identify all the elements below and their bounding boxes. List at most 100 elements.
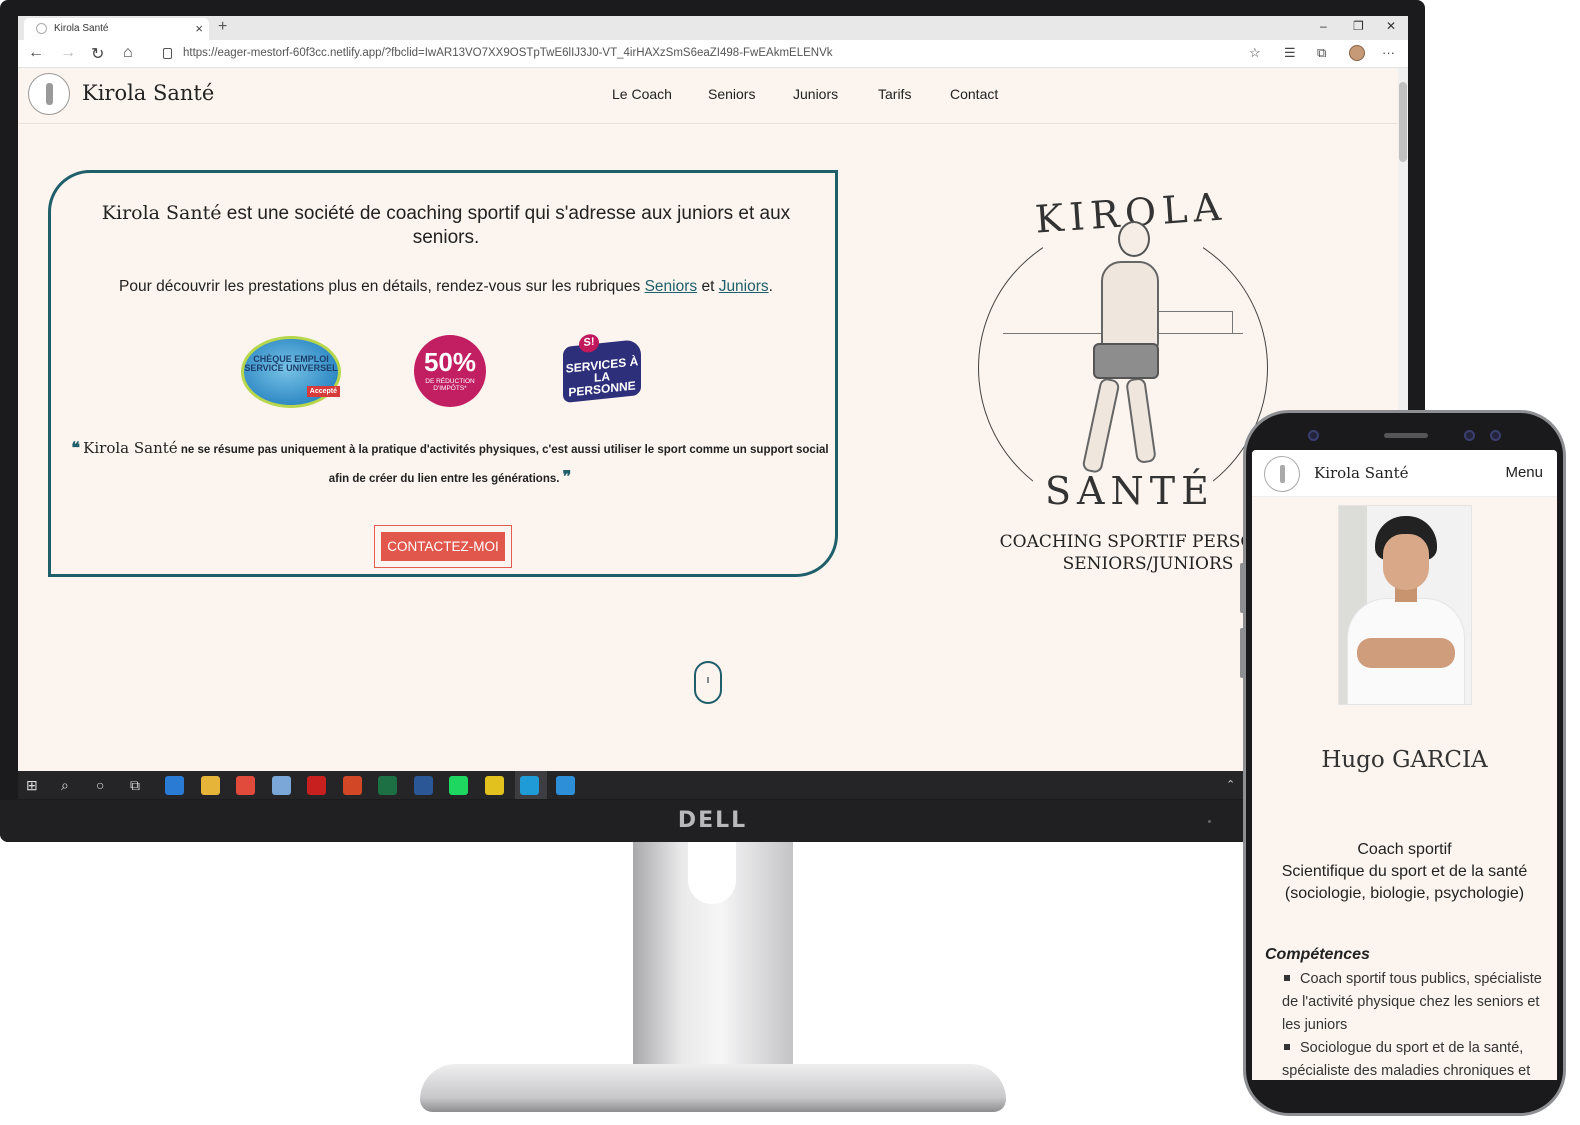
intro-text: Pour découvrir les prestations plus en d… — [119, 278, 645, 295]
front-camera-icon — [1308, 430, 1319, 441]
cesu-text: CHÈQUE EMPLOI SERVICE UNIVERSEL — [244, 354, 338, 373]
taskbar-excel-icon[interactable] — [378, 776, 397, 795]
mobile-menu-button[interactable]: Menu — [1505, 464, 1543, 481]
taskbar-spotify-icon[interactable] — [449, 776, 468, 795]
role-line-3: (sociologie, biologie, psychologie) — [1284, 885, 1525, 902]
sensor-icon — [1464, 430, 1475, 441]
home-icon[interactable]: ⌂ — [123, 44, 133, 62]
device-mockup: Kirola Santé × + – ❐ ✕ ← → ↻ ⌂ https://e… — [0, 0, 1580, 1125]
role-line-1: Coach sportif — [1357, 841, 1452, 858]
more-menu-icon[interactable]: ··· — [1382, 45, 1395, 60]
intro-end: . — [768, 278, 773, 295]
taskbar-word-icon[interactable] — [413, 776, 433, 795]
competence-text: Sociologue du sport et de la santé, spéc… — [1282, 1040, 1531, 1079]
mobile-logo-icon[interactable] — [1264, 456, 1300, 492]
bullet-icon — [1284, 1044, 1290, 1050]
web-page: Kirola Santé Le Coach Seniors Juniors Ta… — [18, 68, 1408, 771]
runner-shorts — [1093, 343, 1159, 379]
browser-tab[interactable]: Kirola Santé × — [24, 18, 209, 40]
contact-button[interactable]: CONTACTEZ-MOI — [381, 532, 505, 561]
back-icon[interactable]: ← — [28, 44, 44, 62]
mobile-brand[interactable]: Kirola Santé — [1314, 464, 1409, 482]
taskbar-mail-icon[interactable] — [165, 776, 184, 795]
competence-text: Coach sportif tous publics, spécialiste … — [1282, 971, 1542, 1033]
logo-skyline — [1153, 311, 1233, 333]
new-tab-button[interactable]: + — [218, 18, 227, 36]
services-personne-badge: S! SERVICES À LA PERSONNE — [563, 333, 641, 404]
favorite-star-icon[interactable]: ☆ — [1249, 45, 1261, 61]
photo-face — [1383, 534, 1429, 590]
monitor-screen: Kirola Santé × + – ❐ ✕ ← → ↻ ⌂ https://e… — [18, 16, 1408, 799]
tax-percent: 50% — [423, 347, 477, 377]
intro-headline: Kirola Santé est une société de coaching… — [81, 201, 811, 250]
list-item: Sociologue du sport et de la santé, spéc… — [1282, 1037, 1548, 1080]
kirola-logo: KIROLA SANTÉ — [973, 183, 1273, 525]
phone-top-bezel — [1246, 413, 1563, 453]
competences-list: Coach sportif tous publics, spécialiste … — [1282, 968, 1548, 1080]
sap-mark: S! — [579, 333, 599, 354]
site-brand[interactable]: Kirola Santé — [82, 81, 214, 105]
quote-brand: Kirola Santé — [83, 439, 178, 457]
tab-close-icon[interactable]: × — [195, 21, 203, 36]
close-window-button[interactable]: ✕ — [1386, 19, 1396, 33]
taskbar-explorer-icon[interactable] — [200, 776, 220, 795]
taskbar-app-icon[interactable] — [484, 776, 504, 795]
quote-text: ne se résume pas uniquement à la pratiqu… — [177, 444, 829, 485]
collections-icon[interactable]: ⧉ — [1317, 45, 1326, 61]
cortana-icon[interactable]: ○ — [96, 777, 104, 793]
task-view-icon[interactable]: ⧉ — [130, 777, 140, 794]
phone-button — [1240, 628, 1244, 678]
logo-bottom-word: SANTÉ — [1045, 469, 1215, 513]
site-logo-icon[interactable] — [28, 73, 70, 115]
taskbar-powerpoint-icon[interactable] — [342, 776, 362, 795]
browser-titlebar: Kirola Santé × + – ❐ ✕ — [18, 16, 1408, 40]
taskbar-vscode-icon[interactable] — [555, 776, 575, 795]
refresh-icon[interactable]: ↻ — [91, 44, 104, 64]
smartphone: Kirola Santé Menu Hugo GARCIA Coach spor… — [1240, 410, 1566, 1116]
cta-frame: CONTACTEZ-MOI — [374, 525, 512, 568]
minimize-button[interactable]: – — [1320, 19, 1327, 33]
intro-mid: et — [697, 278, 719, 295]
link-seniors[interactable]: Seniors — [645, 278, 698, 295]
address-bar[interactable]: https://eager-mestorf-60f3cc.netlify.app… — [155, 43, 1270, 65]
taskbar-chrome-icon[interactable] — [236, 776, 255, 795]
forward-icon[interactable]: → — [60, 44, 76, 62]
cesu-badge: CHÈQUE EMPLOI SERVICE UNIVERSEL Accepté — [241, 336, 341, 408]
browser-toolbar: ← → ↻ ⌂ https://eager-mestorf-60f3cc.net… — [18, 40, 1408, 68]
taskbar-acrobat-icon[interactable] — [307, 776, 326, 795]
tab-title: Kirola Santé — [54, 23, 109, 34]
headline-text: est une société de coaching sportif qui … — [221, 203, 791, 248]
scroll-down-icon[interactable] — [694, 661, 722, 704]
taskbar-notes-icon[interactable] — [271, 776, 291, 795]
nav-juniors[interactable]: Juniors — [793, 86, 838, 102]
profile-avatar[interactable] — [1349, 45, 1365, 61]
windows-start-icon[interactable]: ⊞ — [26, 777, 38, 794]
link-juniors[interactable]: Juniors — [719, 278, 769, 295]
mobile-header: Kirola Santé Menu — [1252, 450, 1557, 497]
list-item: Coach sportif tous publics, spécialiste … — [1282, 968, 1548, 1037]
sensor-icon — [1490, 430, 1501, 441]
runner-torso — [1101, 261, 1159, 353]
favicon-icon — [36, 23, 47, 34]
quote-close-icon: ❞ — [562, 469, 572, 486]
nav-le-coach[interactable]: Le Coach — [612, 86, 672, 102]
competences-title: Compétences — [1265, 946, 1370, 963]
taskbar-edge-icon[interactable] — [520, 776, 539, 795]
tax-reduction-badge: 50% DE RÉDUCTION D'IMPÔTS* — [414, 335, 486, 407]
coach-role: Coach sportif Scientifique du sport et d… — [1252, 839, 1557, 905]
nav-tarifs[interactable]: Tarifs — [878, 86, 911, 102]
quote-block: ❝ Kirola Santé ne se résume pas uniqueme… — [69, 435, 831, 493]
tray-chevron-icon[interactable]: ⌃ — [1226, 778, 1235, 791]
coach-name: Hugo GARCIA — [1321, 747, 1488, 773]
favorites-list-icon[interactable]: ☰ — [1284, 45, 1296, 61]
nav-contact[interactable]: Contact — [950, 86, 998, 102]
nav-seniors[interactable]: Seniors — [708, 86, 755, 102]
search-icon[interactable]: ⌕ — [61, 777, 69, 794]
scrollbar-thumb[interactable] — [1399, 82, 1407, 162]
sap-text: SERVICES À LA PERSONNE — [565, 354, 639, 400]
maximize-button[interactable]: ❐ — [1353, 19, 1364, 33]
intro-paragraph: Pour découvrir les prestations plus en d… — [81, 277, 811, 297]
runner-head — [1118, 221, 1150, 257]
dell-logo: DELL — [677, 808, 748, 833]
desktop-monitor: Kirola Santé × + – ❐ ✕ ← → ↻ ⌂ https://e… — [0, 0, 1425, 842]
